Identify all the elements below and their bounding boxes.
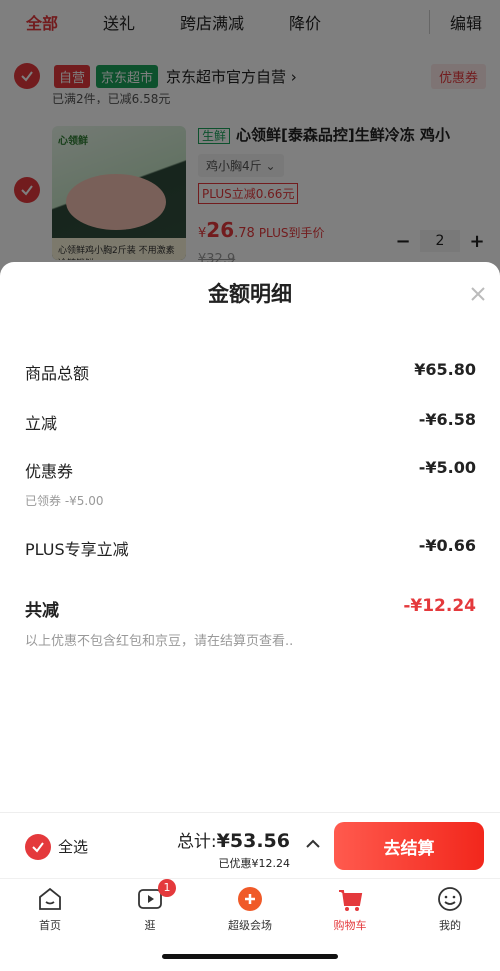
cart-icon: [336, 885, 364, 913]
tab-cart[interactable]: 购物车: [300, 885, 400, 933]
check-icon: [32, 842, 44, 853]
row-plus-discount: PLUS专享立减 -¥0.66: [25, 536, 476, 559]
home-indicator: [162, 954, 338, 959]
row-instant-discount: 立减 -¥6.58: [25, 410, 476, 433]
coupon-sub-note: 已领券 -¥5.00: [25, 494, 104, 508]
row-total-discount: 共减 -¥12.24: [25, 596, 476, 621]
checkout-button[interactable]: 去结算: [334, 822, 484, 870]
video-icon: 1: [136, 879, 176, 913]
tab-home[interactable]: 首页: [0, 885, 100, 933]
notification-badge: 1: [158, 879, 176, 897]
super-venue-icon: [236, 885, 264, 913]
home-icon: [36, 885, 64, 913]
modal-overlay[interactable]: [0, 0, 500, 300]
select-all-label[interactable]: 全选: [58, 836, 88, 857]
saved-amount: 已优惠¥12.24: [218, 857, 291, 870]
row-coupon: 优惠券 -¥5.00: [25, 458, 476, 481]
row-goods-total: 商品总额 ¥65.80: [25, 360, 476, 383]
tab-super-venue[interactable]: 超级会场: [200, 885, 300, 933]
total-price: 总计:¥53.56: [176, 830, 290, 852]
tab-browse[interactable]: 1 逛: [100, 879, 200, 933]
discount-note: 以上优惠不包含红包和京豆，请在结算页查看..: [25, 634, 294, 649]
tab-profile[interactable]: 我的: [400, 885, 500, 933]
sheet-title: 金额明细: [208, 282, 292, 306]
select-all-checkbox[interactable]: [25, 834, 51, 860]
profile-icon: [436, 885, 464, 913]
close-icon[interactable]: [470, 286, 486, 302]
checkout-bar: 全选 总计:¥53.56 已优惠¥12.24 去结算: [0, 812, 500, 878]
chevron-up-icon[interactable]: [306, 839, 320, 849]
